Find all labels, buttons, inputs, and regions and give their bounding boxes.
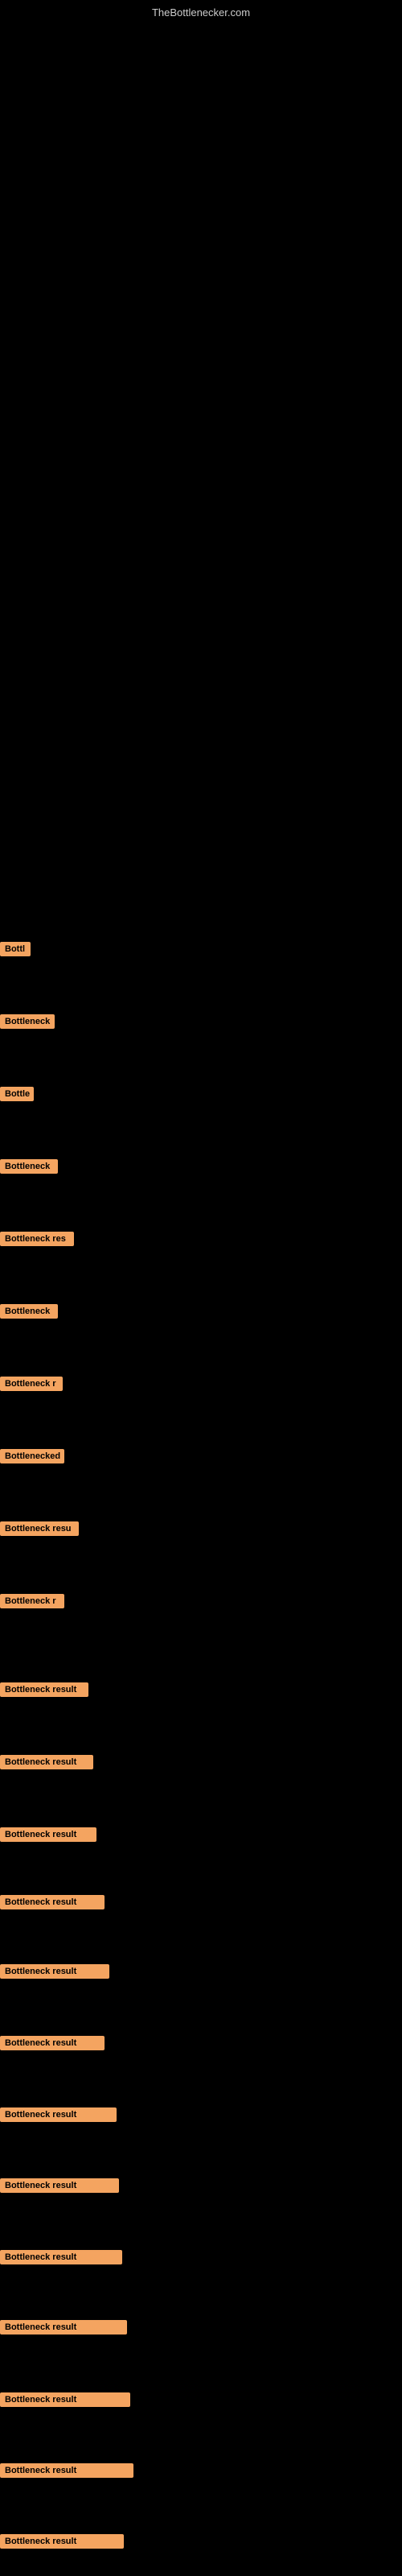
bottleneck-badge-22: Bottleneck result: [0, 2463, 133, 2478]
bottleneck-badge-21: Bottleneck result: [0, 2392, 130, 2407]
bottleneck-badge-15: Bottleneck result: [0, 1964, 109, 1979]
bottleneck-badge-23: Bottleneck result: [0, 2534, 124, 2549]
bottleneck-badge-20: Bottleneck result: [0, 2320, 127, 2334]
bottleneck-badge-10: Bottleneck r: [0, 1594, 64, 1608]
bottleneck-badge-16: Bottleneck result: [0, 2036, 105, 2050]
bottleneck-badge-7: Bottleneck r: [0, 1377, 63, 1391]
bottleneck-badge-8: Bottlenecked: [0, 1449, 64, 1463]
bottleneck-badge-14: Bottleneck result: [0, 1895, 105, 1909]
bottleneck-badge-6: Bottleneck: [0, 1304, 58, 1319]
bottleneck-badge-4: Bottleneck: [0, 1159, 58, 1174]
bottleneck-badge-19: Bottleneck result: [0, 2250, 122, 2264]
bottleneck-badge-12: Bottleneck result: [0, 1755, 93, 1769]
bottleneck-badge-13: Bottleneck result: [0, 1827, 96, 1842]
bottleneck-badge-2: Bottleneck: [0, 1014, 55, 1029]
bottleneck-badge-18: Bottleneck result: [0, 2178, 119, 2193]
bottleneck-badge-9: Bottleneck resu: [0, 1521, 79, 1536]
bottleneck-badge-3: Bottle: [0, 1087, 34, 1101]
bottleneck-badge-11: Bottleneck result: [0, 1682, 88, 1697]
site-title: TheBottlenecker.com: [152, 6, 250, 19]
bottleneck-badge-5: Bottleneck res: [0, 1232, 74, 1246]
bottleneck-badge-1: Bottl: [0, 942, 31, 956]
bottleneck-badge-17: Bottleneck result: [0, 2107, 117, 2122]
